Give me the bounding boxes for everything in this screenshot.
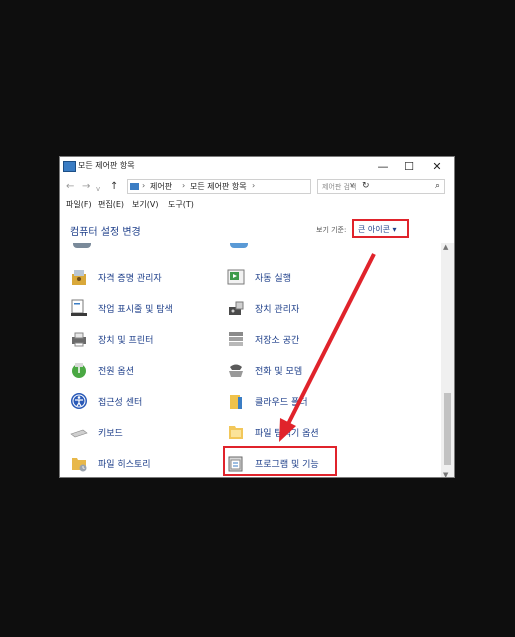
annotation-arrow-icon — [279, 253, 376, 442]
